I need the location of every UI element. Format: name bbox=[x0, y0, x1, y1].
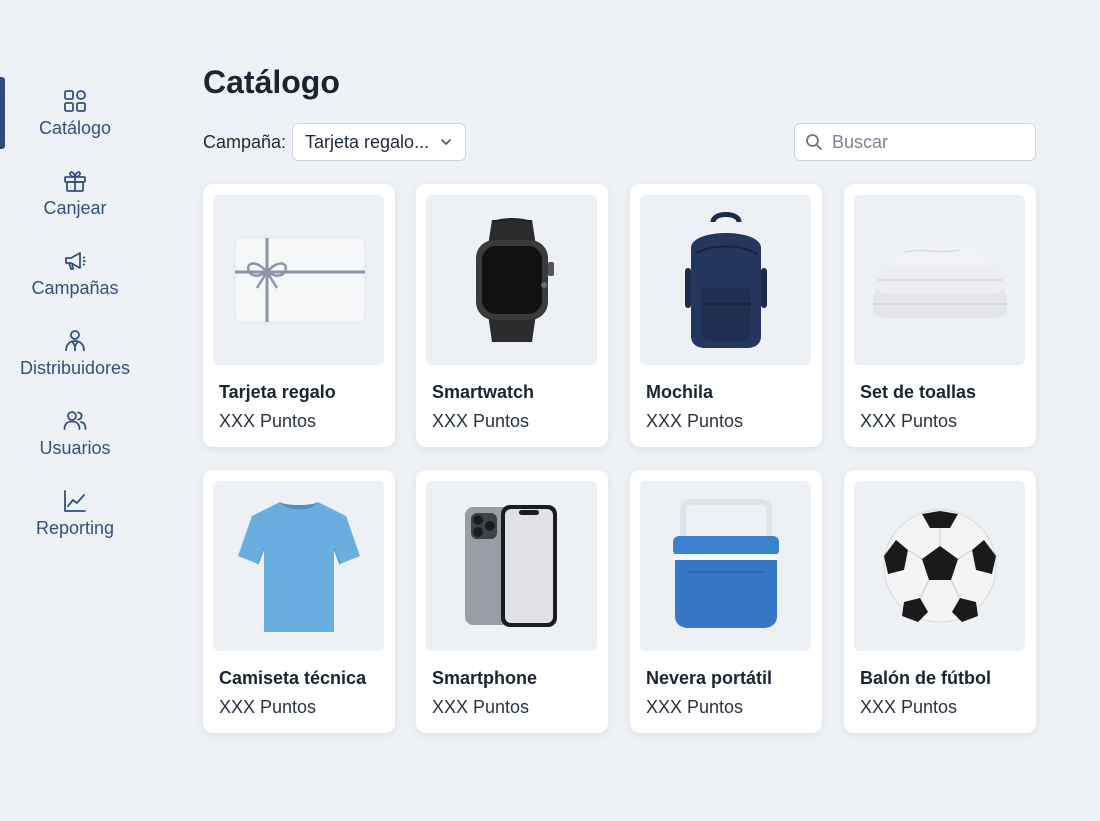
product-name: Tarjeta regalo bbox=[219, 382, 336, 402]
product-image-frame bbox=[640, 481, 811, 651]
product-card-set-de-toallas[interactable]: Set de toallas XXX Puntos bbox=[844, 184, 1036, 447]
sidebar-item-catalogo[interactable]: Catálogo bbox=[0, 88, 150, 158]
product-points: XXX Puntos bbox=[646, 697, 744, 717]
sidebar-item-label: Usuarios bbox=[39, 438, 111, 458]
campaign-select[interactable]: Tarjeta regalo... bbox=[292, 123, 466, 161]
page-title: Catálogo bbox=[203, 64, 340, 100]
sidebar-item-label: Campañas bbox=[31, 278, 119, 298]
backpack-image bbox=[684, 211, 767, 348]
chevron-down-icon bbox=[441, 139, 451, 145]
sidebar-item-distribuidores[interactable]: Distribuidores bbox=[0, 328, 150, 398]
product-points: XXX Puntos bbox=[432, 411, 530, 431]
sidebar-item-campanas[interactable]: Campañas bbox=[0, 248, 150, 318]
soccer-ball-image bbox=[883, 509, 996, 623]
sidebar: Catálogo Canjear Campañas Distribuidores… bbox=[0, 0, 150, 821]
product-card-smartwatch[interactable]: Smartwatch XXX Puntos bbox=[416, 184, 608, 447]
smartphone-image bbox=[464, 504, 557, 627]
gift-card-image bbox=[234, 237, 365, 323]
sidebar-item-label: Catálogo bbox=[38, 118, 112, 138]
product-points: XXX Puntos bbox=[860, 697, 958, 717]
product-image-frame bbox=[213, 195, 384, 365]
product-card-balon-de-futbol[interactable]: Balón de fútbol XXX Puntos bbox=[844, 470, 1036, 733]
sidebar-item-reporting[interactable]: Reporting bbox=[0, 488, 150, 558]
sidebar-item-label: Distribuidores bbox=[19, 358, 131, 378]
search-input[interactable] bbox=[832, 131, 1064, 153]
towels-image bbox=[872, 243, 1007, 318]
campaign-select-value: Tarjeta regalo... bbox=[305, 131, 430, 152]
megaphone-icon bbox=[65, 252, 86, 270]
product-points: XXX Puntos bbox=[860, 411, 958, 431]
product-image-frame bbox=[213, 481, 384, 651]
product-card-smartphone[interactable]: Smartphone XXX Puntos bbox=[416, 470, 608, 733]
product-name: Smartphone bbox=[432, 668, 538, 688]
grid-icon bbox=[64, 90, 86, 112]
product-name: Nevera portátil bbox=[646, 668, 773, 688]
cooler-image bbox=[670, 499, 781, 628]
product-name: Balón de fútbol bbox=[860, 668, 991, 688]
product-name: Set de toallas bbox=[860, 382, 977, 402]
product-image-frame bbox=[426, 195, 597, 365]
distributor-icon bbox=[65, 330, 85, 352]
product-card-tarjeta-regalo[interactable]: Tarjeta regalo XXX Puntos bbox=[203, 184, 395, 447]
product-name: Mochila bbox=[646, 382, 714, 402]
search-icon bbox=[806, 134, 822, 150]
search-box[interactable] bbox=[794, 123, 1064, 161]
product-name: Camiseta técnica bbox=[219, 668, 367, 688]
sidebar-item-label: Reporting bbox=[35, 518, 115, 538]
campaign-filter-label: Campaña: bbox=[203, 132, 287, 152]
product-card-mochila[interactable]: Mochila XXX Puntos bbox=[630, 184, 822, 447]
sidebar-item-usuarios[interactable]: Usuarios bbox=[0, 408, 150, 478]
smartwatch-image bbox=[475, 218, 554, 342]
product-points: XXX Puntos bbox=[646, 411, 744, 431]
product-image-frame bbox=[640, 195, 811, 365]
tshirt-image bbox=[237, 501, 360, 632]
sidebar-item-canjear[interactable]: Canjear bbox=[0, 168, 150, 238]
product-points: XXX Puntos bbox=[219, 697, 317, 717]
product-points: XXX Puntos bbox=[432, 697, 530, 717]
product-image-frame bbox=[426, 481, 597, 651]
product-card-camiseta-tecnica[interactable]: Camiseta técnica XXX Puntos bbox=[203, 470, 395, 733]
gift-icon bbox=[64, 171, 86, 192]
users-icon bbox=[63, 411, 87, 430]
product-name: Smartwatch bbox=[432, 382, 535, 402]
product-points: XXX Puntos bbox=[219, 411, 317, 431]
product-image-frame bbox=[854, 481, 1025, 651]
product-card-nevera-portatil[interactable]: Nevera portátil XXX Puntos bbox=[630, 470, 822, 733]
product-image-frame bbox=[854, 195, 1025, 365]
line-chart-icon bbox=[64, 490, 86, 512]
sidebar-item-label: Canjear bbox=[43, 198, 107, 218]
